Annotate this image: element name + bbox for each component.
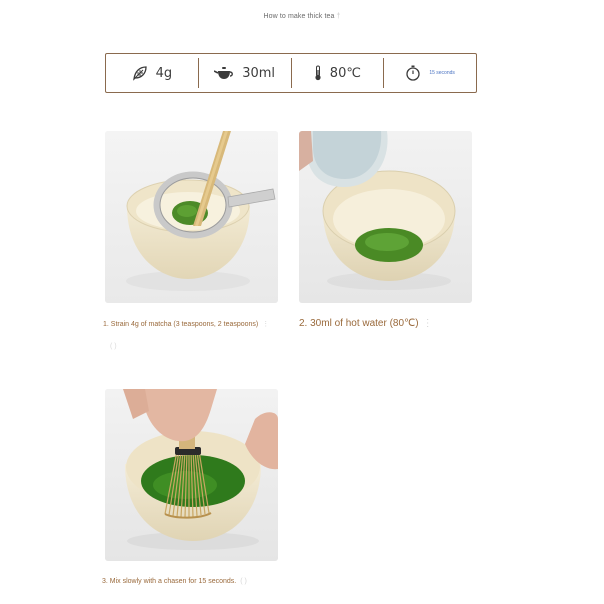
step-2-mark: ⋮ (422, 318, 433, 329)
step-3-photo (105, 389, 278, 561)
leaf-icon (132, 65, 148, 81)
spec-water: 30ml (199, 54, 291, 92)
step-2-photo (299, 131, 472, 303)
page-title-text: How to make thick tea (263, 13, 335, 20)
step-3-caption-text: 3. Mix slowly with a chasen for 15 secon… (102, 578, 237, 585)
page-title: How to make thick tea † (0, 13, 604, 20)
step-2-caption-text: 2. 30ml of hot water (80℃) (299, 318, 419, 329)
step-1-extra: ( ) (110, 343, 117, 350)
thermometer-icon (314, 65, 322, 81)
step-1-photo (105, 131, 278, 303)
step-1-caption: 1. Strain 4g of matcha (3 teaspoons, 2 t… (103, 320, 269, 328)
step-1-mark: ⋮ (262, 321, 270, 328)
step-1-caption-text: 1. Strain 4g of matcha (3 teaspoons, 2 t… (103, 321, 259, 328)
timer-icon (405, 65, 421, 81)
spec-temperature: 80℃ (292, 54, 384, 92)
spec-bar: 4g 30ml 80℃ 15 seconds (105, 53, 477, 93)
spec-matcha: 4g (106, 54, 198, 92)
spec-matcha-value: 4g (155, 65, 173, 81)
title-mark: † (336, 13, 341, 20)
spec-time: 15 seconds (384, 54, 476, 92)
spec-time-value: 15 seconds (429, 70, 455, 76)
step-2-caption: 2. 30ml of hot water (80℃) ⋮ (299, 318, 433, 329)
step-3-mark: ( ) (240, 578, 247, 585)
spec-temperature-value: 80℃ (329, 65, 361, 81)
teapot-icon (214, 66, 234, 80)
spec-water-value: 30ml (242, 65, 276, 81)
step-3-caption: 3. Mix slowly with a chasen for 15 secon… (102, 578, 247, 585)
